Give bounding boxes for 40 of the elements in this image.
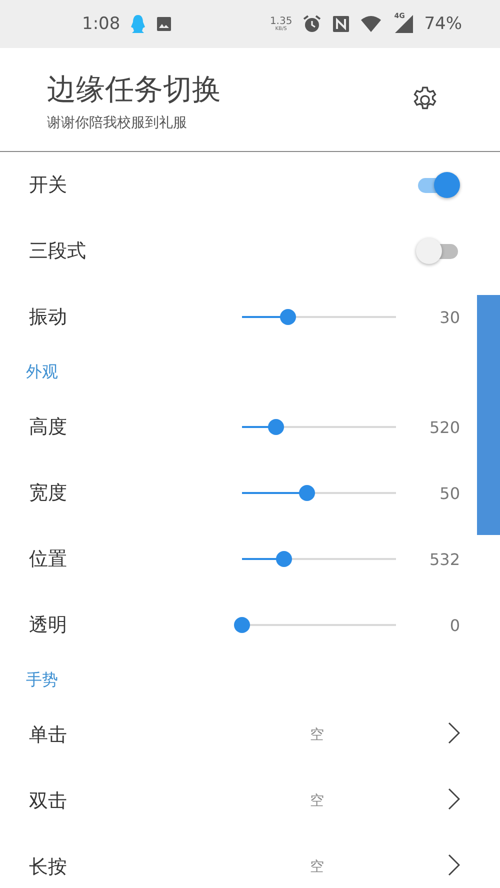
slider-value: 532 (429, 550, 460, 568)
wifi-icon (360, 15, 382, 33)
slider-thumb[interactable] (298, 485, 315, 501)
slider-thumb[interactable] (234, 617, 250, 633)
slider-value: 30 (440, 308, 460, 326)
app-title: 边缘任务切换 (47, 70, 222, 108)
alarm-icon (302, 14, 322, 34)
setting-label: 长按 (29, 855, 68, 880)
section-header: 手势 (26, 670, 58, 690)
slider-thumb[interactable] (276, 551, 292, 567)
setting-label: 开关 (29, 173, 68, 198)
battery-percent: 74% (424, 14, 462, 34)
toggle-switch[interactable] (416, 171, 460, 199)
slider-value: 520 (429, 418, 460, 436)
setting-value: 空 (310, 792, 324, 810)
nfc-icon (332, 15, 350, 33)
speed-value: 1.35 (270, 16, 292, 26)
chevron-right-icon[interactable] (448, 854, 460, 876)
setting-value: 空 (310, 858, 324, 876)
app-subtitle: 谢谢你陪我校服到礼服 (47, 114, 188, 132)
slider-value: 50 (440, 484, 460, 502)
setting-label: 单击 (29, 723, 68, 748)
setting-label: 双击 (29, 789, 68, 814)
edge-handle[interactable] (477, 295, 500, 535)
setting-label: 透明 (29, 613, 68, 638)
slider-value: 0 (450, 616, 460, 634)
slider-thumb[interactable] (280, 309, 296, 325)
slider-thumb[interactable] (268, 419, 284, 435)
setting-label: 振动 (29, 305, 68, 330)
setting-label: 位置 (29, 547, 68, 572)
section-header: 外观 (26, 362, 58, 382)
chevron-right-icon[interactable] (448, 722, 460, 744)
image-icon (156, 16, 172, 32)
setting-label: 高度 (29, 415, 68, 440)
setting-label: 三段式 (29, 239, 87, 264)
setting-label: 宽度 (29, 481, 68, 506)
clock-time: 1:08 (82, 14, 120, 34)
chevron-right-icon[interactable] (448, 788, 460, 810)
toggle-switch[interactable] (416, 237, 460, 265)
setting-value: 空 (310, 726, 324, 744)
